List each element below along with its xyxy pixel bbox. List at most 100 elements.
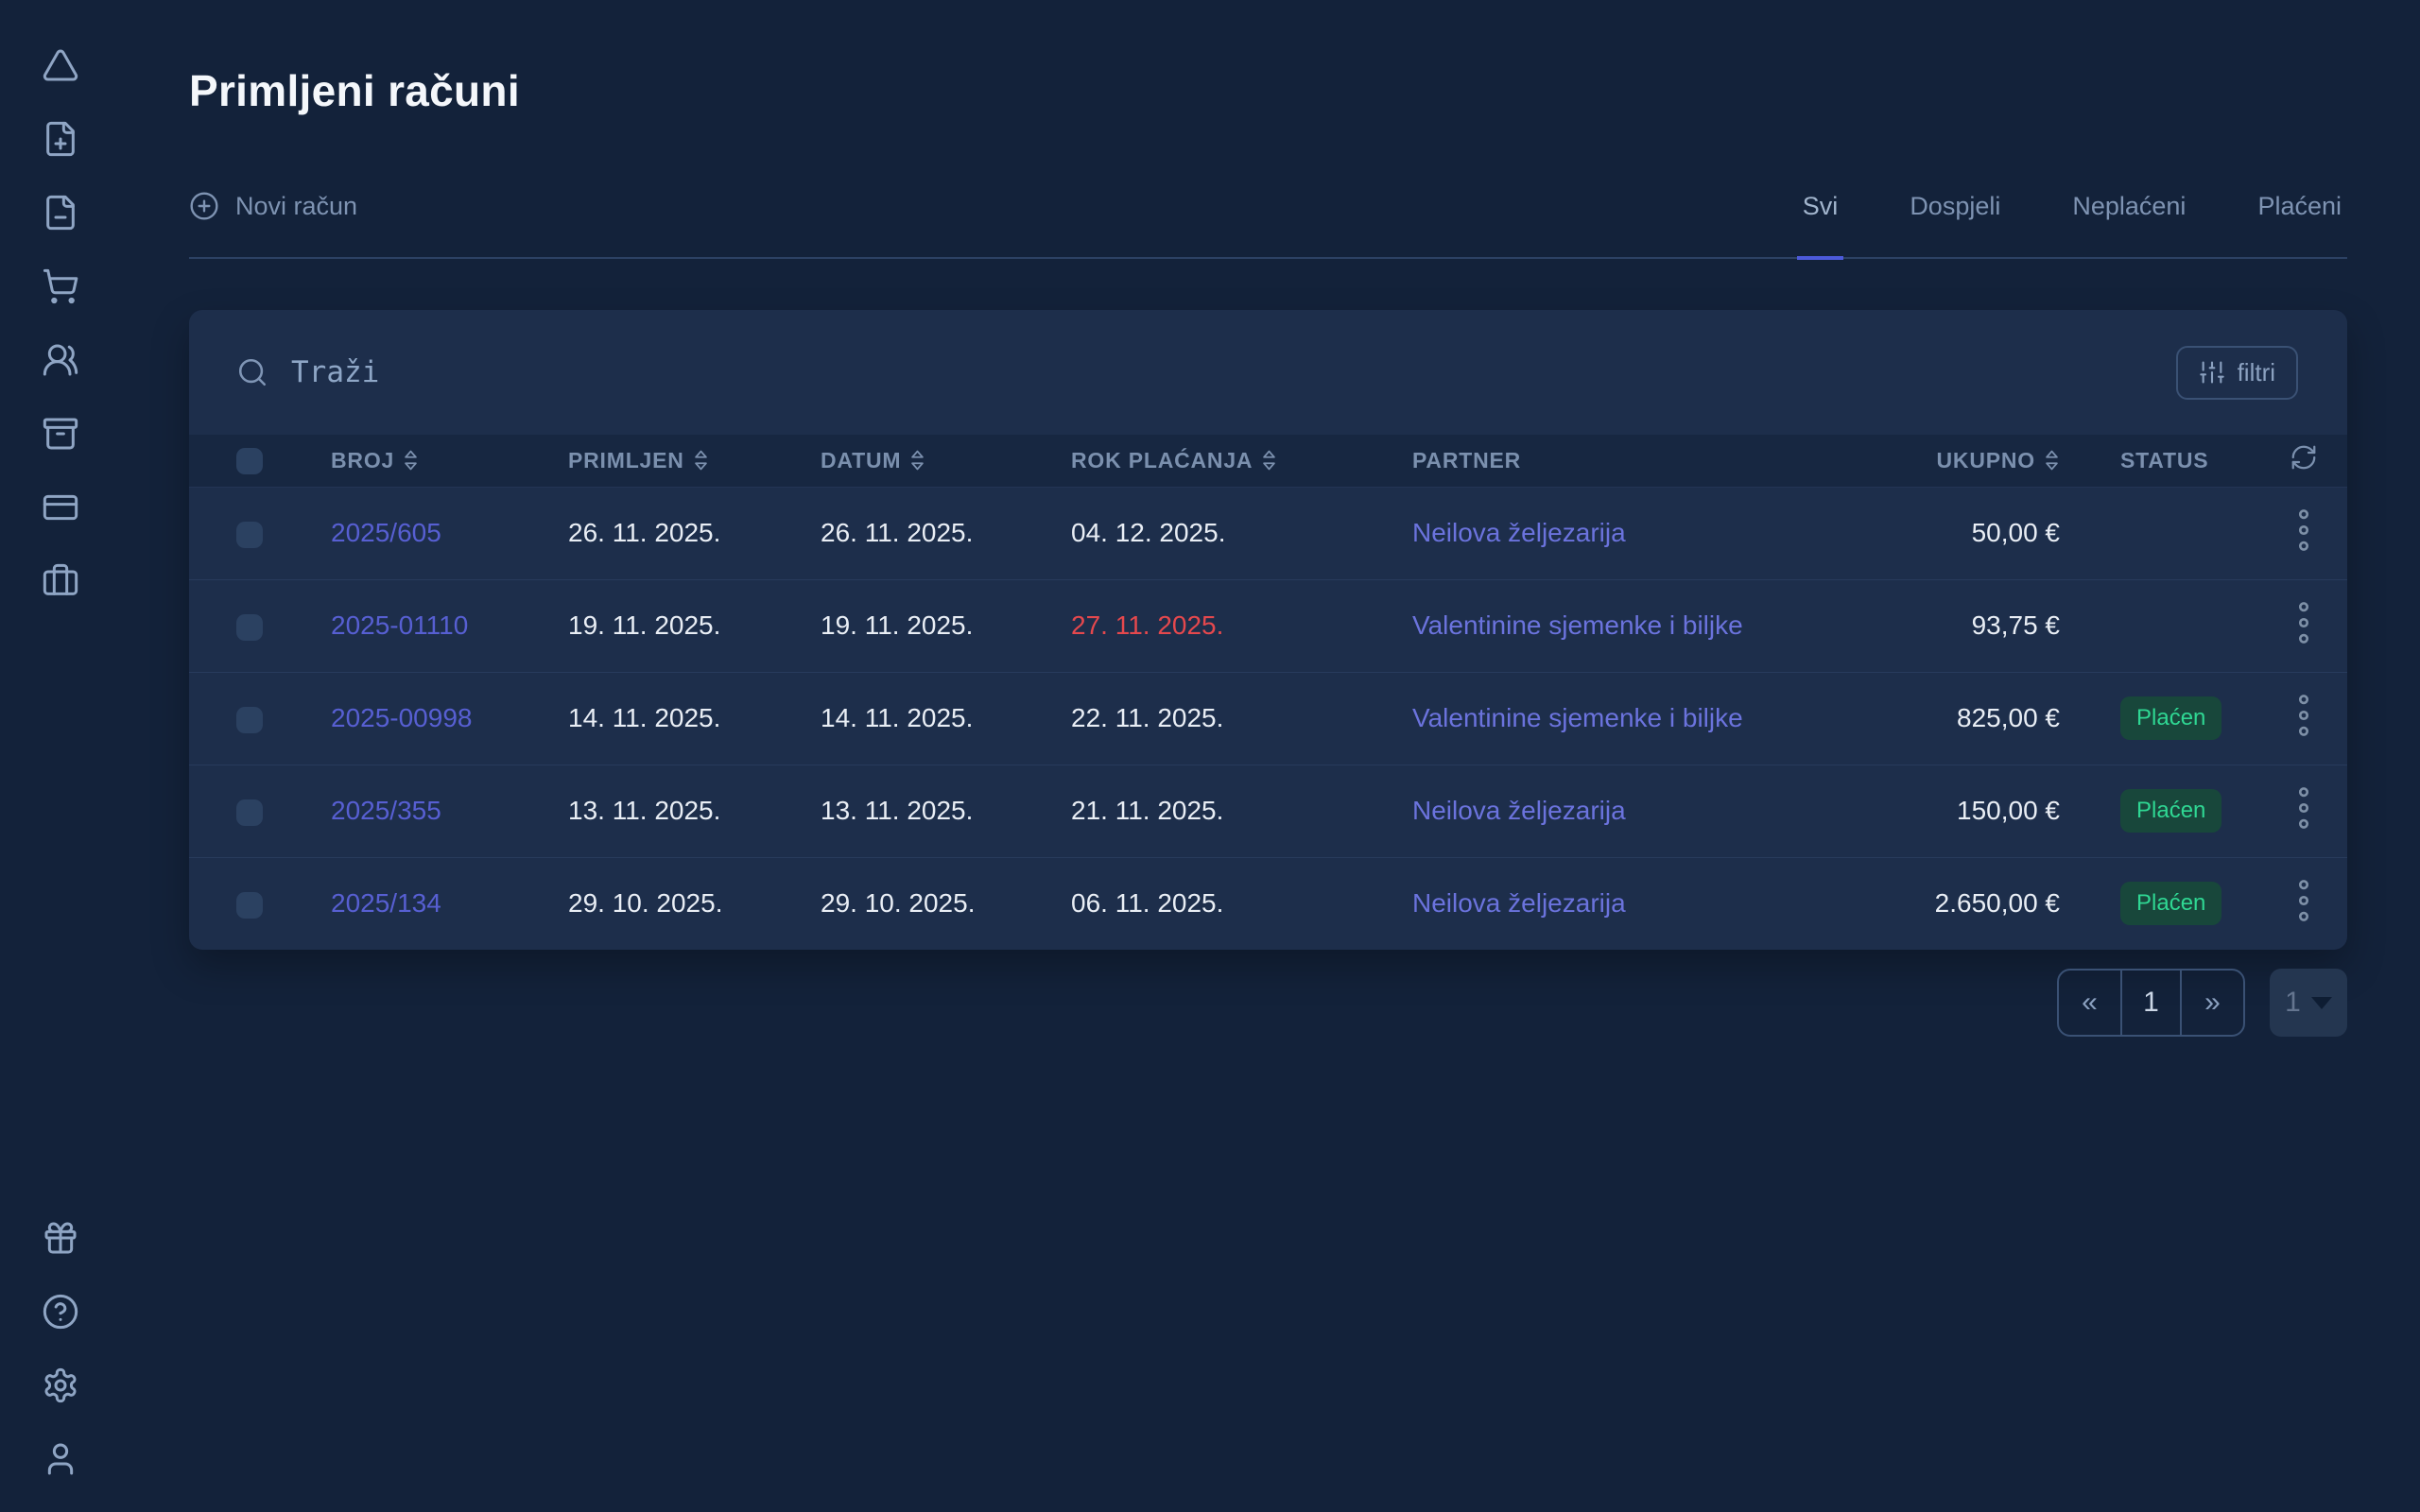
due-date: 04. 12. 2025. — [1071, 487, 1412, 579]
filters-label: filtri — [2238, 358, 2275, 387]
file-plus-icon[interactable] — [42, 120, 79, 158]
current-page-indicator: 1 — [2120, 971, 2182, 1035]
row-menu-button[interactable] — [2296, 879, 2311, 922]
received-date: 13. 11. 2025. — [568, 765, 821, 857]
column-header-status: STATUS — [2094, 435, 2256, 487]
invoice-date: 19. 11. 2025. — [821, 579, 1071, 672]
row-menu-button[interactable] — [2296, 786, 2311, 830]
briefcase-icon[interactable] — [42, 562, 79, 600]
status-badge: Plaćen — [2120, 789, 2221, 833]
table-row: 2025-00998 14. 11. 2025. 14. 11. 2025. 2… — [189, 672, 2347, 765]
total-amount: 50,00 € — [1796, 487, 2094, 579]
row-checkbox[interactable] — [236, 799, 263, 826]
total-amount: 2.650,00 € — [1796, 857, 2094, 950]
page-title: Primljeni računi — [189, 64, 2347, 117]
user-icon[interactable] — [42, 1440, 79, 1478]
due-date: 06. 11. 2025. — [1071, 857, 1412, 950]
new-invoice-button[interactable]: Novi račun — [189, 191, 357, 257]
column-header-ukupno[interactable]: UKUPNO — [1796, 435, 2094, 487]
sidebar — [0, 0, 120, 1512]
caret-down-icon — [2311, 997, 2332, 1009]
partner-link[interactable]: Valentinine sjemenke i biljke — [1412, 610, 1743, 640]
row-checkbox[interactable] — [236, 707, 263, 733]
prev-page-button[interactable]: « — [2059, 971, 2120, 1035]
gift-icon[interactable] — [42, 1219, 79, 1257]
help-icon[interactable] — [42, 1293, 79, 1331]
row-menu-button[interactable] — [2296, 601, 2311, 644]
column-header-broj[interactable]: BROJ — [331, 435, 568, 487]
due-date: 21. 11. 2025. — [1071, 765, 1412, 857]
tab-neplaceni[interactable]: Neplaćeni — [2066, 192, 2191, 257]
select-all-checkbox[interactable] — [236, 448, 263, 474]
table-row: 2025-01110 19. 11. 2025. 19. 11. 2025. 2… — [189, 579, 2347, 672]
due-date-overdue: 27. 11. 2025. — [1071, 579, 1412, 672]
status-badge: Plaćen — [2120, 696, 2221, 740]
received-date: 19. 11. 2025. — [568, 579, 821, 672]
page-size-dropdown[interactable]: 1 — [2270, 969, 2347, 1037]
invoice-number-link[interactable]: 2025-00998 — [331, 703, 472, 732]
row-checkbox[interactable] — [236, 614, 263, 641]
search-icon — [236, 356, 268, 388]
invoice-date: 13. 11. 2025. — [821, 765, 1071, 857]
invoice-date: 26. 11. 2025. — [821, 487, 1071, 579]
users-icon[interactable] — [42, 341, 79, 379]
due-date: 22. 11. 2025. — [1071, 672, 1412, 765]
next-page-button[interactable]: » — [2182, 971, 2243, 1035]
row-checkbox[interactable] — [236, 522, 263, 548]
main-content: Primljeni računi Novi račun Svi Dospjeli… — [120, 0, 2420, 1037]
partner-link[interactable]: Neilova željezarija — [1412, 518, 1626, 547]
sort-icon — [693, 449, 709, 472]
table-row: 2025/355 13. 11. 2025. 13. 11. 2025. 21.… — [189, 765, 2347, 857]
sort-icon — [2044, 449, 2060, 472]
received-date: 14. 11. 2025. — [568, 672, 821, 765]
tab-svi[interactable]: Svi — [1797, 192, 1844, 260]
row-menu-button[interactable] — [2296, 694, 2311, 737]
received-date: 29. 10. 2025. — [568, 857, 821, 950]
pager-group: « 1 » — [2057, 969, 2245, 1037]
column-header-primljen[interactable]: PRIMLJEN — [568, 435, 821, 487]
tab-placeni[interactable]: Plaćeni — [2252, 192, 2347, 257]
partner-link[interactable]: Neilova željezarija — [1412, 796, 1626, 825]
table-row: 2025/605 26. 11. 2025. 26. 11. 2025. 04.… — [189, 487, 2347, 579]
search-input[interactable] — [291, 355, 2176, 389]
invoice-number-link[interactable]: 2025/355 — [331, 796, 441, 825]
partner-link[interactable]: Neilova željezarija — [1412, 888, 1626, 918]
sliders-icon — [2199, 359, 2225, 386]
status-badge: Plaćen — [2120, 882, 2221, 925]
settings-gear-icon[interactable] — [42, 1366, 79, 1404]
column-header-rok-placanja[interactable]: ROK PLAĆANJA — [1071, 435, 1412, 487]
column-header-datum[interactable]: DATUM — [821, 435, 1071, 487]
row-menu-button[interactable] — [2296, 508, 2311, 552]
refresh-header-cell — [2256, 435, 2347, 487]
invoices-card: filtri BROJ PRIMLJEN DATUM ROK PLAĆANJA … — [189, 310, 2347, 950]
sort-icon — [909, 449, 925, 472]
row-checkbox[interactable] — [236, 892, 263, 919]
filters-button[interactable]: filtri — [2176, 346, 2298, 400]
sort-icon — [1261, 449, 1277, 472]
invoice-date: 14. 11. 2025. — [821, 672, 1071, 765]
table-row: 2025/134 29. 10. 2025. 29. 10. 2025. 06.… — [189, 857, 2347, 950]
sort-icon — [403, 449, 419, 472]
total-amount: 825,00 € — [1796, 672, 2094, 765]
triangle-logo-icon[interactable] — [42, 46, 79, 84]
partner-link[interactable]: Valentinine sjemenke i biljke — [1412, 703, 1743, 732]
invoice-number-link[interactable]: 2025-01110 — [331, 610, 468, 640]
shopping-cart-icon[interactable] — [42, 267, 79, 305]
tab-dospjeli[interactable]: Dospjeli — [1904, 192, 2006, 257]
received-date: 26. 11. 2025. — [568, 487, 821, 579]
invoices-table: BROJ PRIMLJEN DATUM ROK PLAĆANJA PARTNER… — [189, 435, 2347, 950]
new-invoice-label: Novi račun — [235, 192, 357, 221]
file-minus-icon[interactable] — [42, 194, 79, 232]
credit-card-icon[interactable] — [42, 489, 79, 526]
page-size-value: 1 — [2285, 987, 2301, 1019]
pagination: « 1 » 1 — [189, 969, 2347, 1037]
search-row: filtri — [189, 310, 2347, 435]
invoice-number-link[interactable]: 2025/605 — [331, 518, 441, 547]
total-amount: 93,75 € — [1796, 579, 2094, 672]
archive-icon[interactable] — [42, 415, 79, 453]
plus-circle-icon — [189, 191, 219, 221]
invoice-number-link[interactable]: 2025/134 — [331, 888, 441, 918]
toolbar: Novi račun Svi Dospjeli Neplaćeni Plaćen… — [189, 191, 2347, 259]
tabs: Svi Dospjeli Neplaćeni Plaćeni — [1797, 192, 2347, 257]
refresh-icon[interactable] — [2290, 443, 2318, 472]
